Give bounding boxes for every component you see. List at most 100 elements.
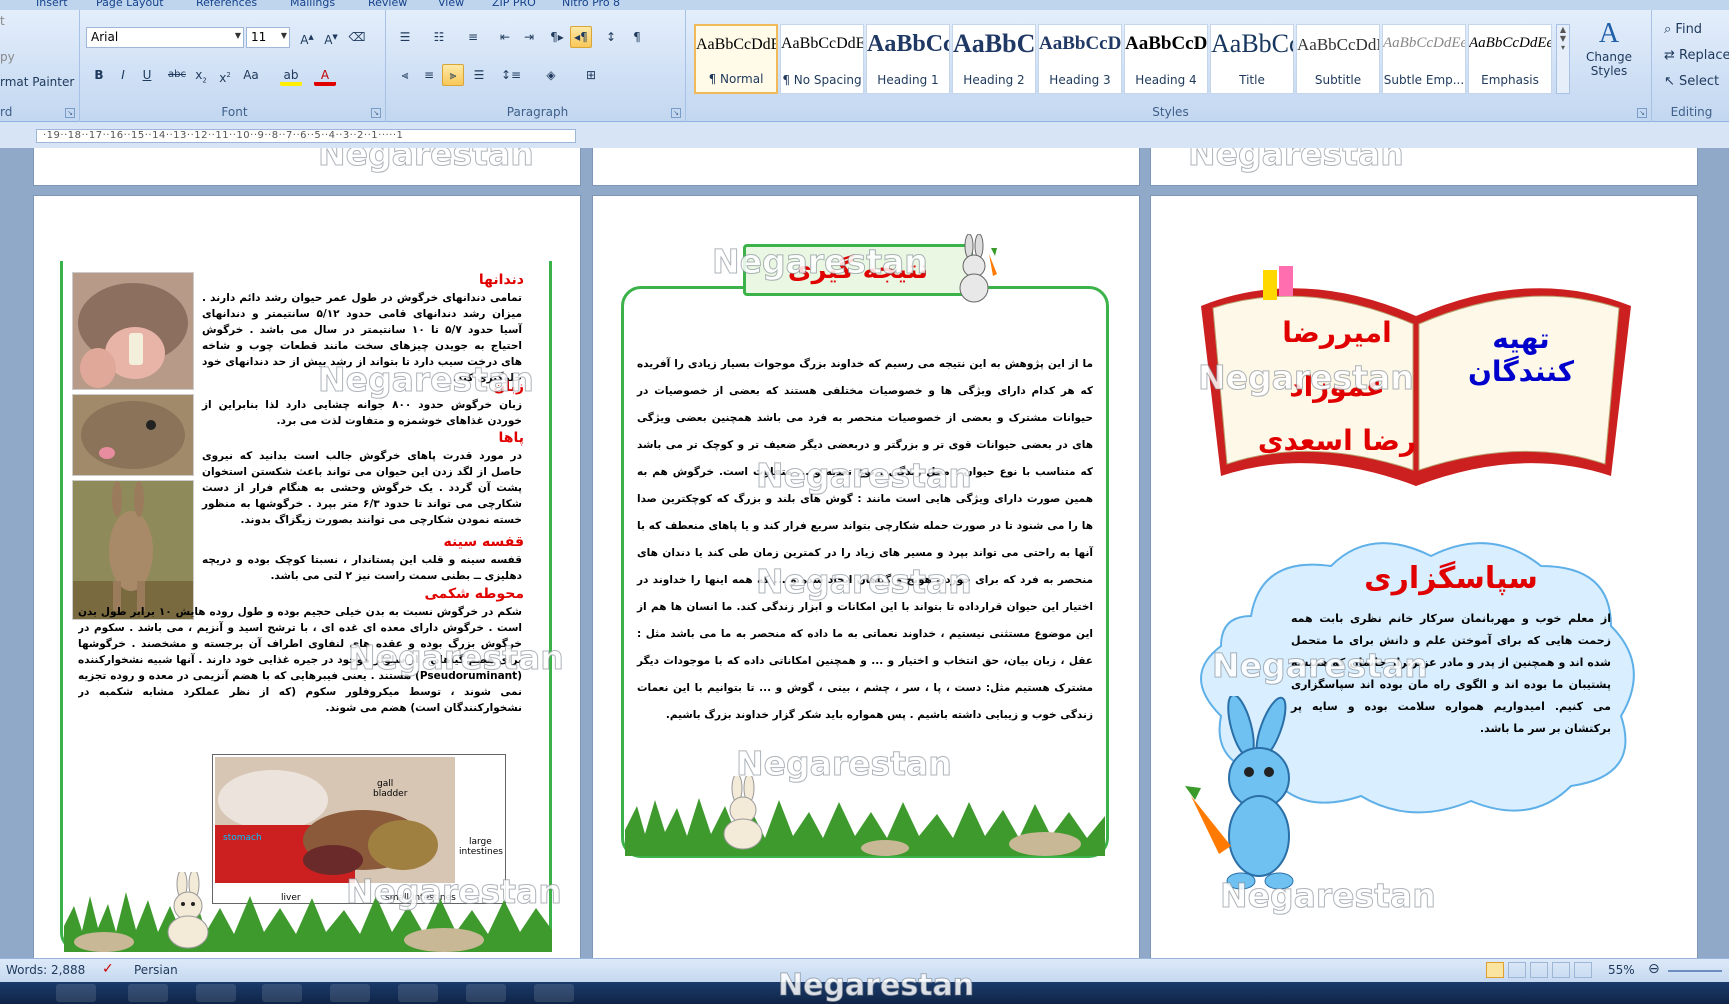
sort-icon[interactable]: ↕ <box>600 26 622 48</box>
clipboard-launcher-icon[interactable]: ↘ <box>65 108 75 118</box>
chevron-down-icon: ▼ <box>234 31 241 40</box>
strikethrough-icon[interactable]: abc <box>166 64 188 86</box>
increase-indent-icon[interactable]: ⇥ <box>518 26 540 48</box>
paragraph-launcher-icon[interactable]: ↘ <box>671 108 681 118</box>
skype-icon[interactable] <box>56 984 96 1002</box>
tab-references[interactable]: References <box>196 0 257 9</box>
find-button[interactable]: ⌕ Find <box>1664 22 1702 37</box>
tab-zip-pro[interactable]: ZIP PRO <box>492 0 536 9</box>
zoom-level[interactable]: 55% <box>1608 963 1635 977</box>
tab-page-layout[interactable]: Page Layout <box>96 0 164 9</box>
grass-illustration <box>64 892 552 952</box>
ruler-scale[interactable]: ·19··18··17··16··15··14··13··12··11··10·… <box>36 129 576 143</box>
multilevel-list-icon[interactable]: ≡ <box>462 26 484 48</box>
style-subtitle[interactable]: AaBbCcDdEe Subtitle <box>1296 24 1380 94</box>
style-label: ¶ Normal <box>708 72 764 86</box>
style-label: Title <box>1239 73 1265 87</box>
chrome-icon[interactable] <box>398 984 438 1002</box>
style-title[interactable]: AaBbCcDdEe Title <box>1210 24 1294 94</box>
style-label: Heading 2 <box>963 73 1025 87</box>
shading-icon[interactable]: ◈ <box>540 64 562 86</box>
style-no-spacing[interactable]: AaBbCcDdEe ¶ No Spacing <box>780 24 864 94</box>
page-1[interactable]: دندانها تمامی دندانهای خرگوش در طول عمر … <box>33 195 581 958</box>
conclusion-text: ما از این پژوهش به این نتیجه می رسیم که … <box>637 358 1093 721</box>
section-text: شکم در خرگوش نسبت به بدن خیلی حجیم بوده … <box>78 606 522 714</box>
tab-mailings[interactable]: Mailings <box>290 0 335 9</box>
status-bar: Words: 2,888 ✓ Persian 55% ⊖ <box>0 958 1729 982</box>
font-size-combo[interactable]: 11 ▼ <box>246 27 290 48</box>
styles-group: AaBbCcDdEe ¶ Normal AaBbCcDdEe ¶ No Spac… <box>690 10 1652 122</box>
print-layout-icon[interactable] <box>1486 962 1504 978</box>
justify-icon[interactable]: ☰ <box>468 64 490 86</box>
clear-formatting-icon[interactable]: ⌫ <box>346 26 368 48</box>
style-heading-2[interactable]: AaBbCcDdEe Heading 2 <box>952 24 1036 94</box>
word-count[interactable]: Words: 2,888 <box>6 963 85 977</box>
tab-insert[interactable]: Insert <box>36 0 68 9</box>
label-large: large <box>469 837 492 847</box>
proofing-icon[interactable]: ✓ <box>102 961 114 977</box>
shrink-font-icon[interactable]: A▼ <box>320 26 342 48</box>
word-icon[interactable] <box>196 984 236 1002</box>
change-styles-icon: A <box>1598 18 1620 49</box>
numbering-icon[interactable]: ☷ <box>428 26 450 48</box>
cut-button[interactable]: t <box>0 14 5 28</box>
tab-nitro-pro[interactable]: Nitro Pro 8 <box>562 0 620 9</box>
grow-font-icon[interactable]: A▲ <box>296 26 318 48</box>
styles-launcher-icon[interactable]: ↘ <box>1637 108 1647 118</box>
change-case-icon[interactable]: Aa <box>240 64 262 86</box>
superscript-icon[interactable]: x2 <box>214 64 236 86</box>
style-heading-4[interactable]: AaBbCcDdEe Heading 4 <box>1124 24 1208 94</box>
page-3[interactable]: امیررضا عموزاد رضا اسعدی تهیه کنندگان سپ… <box>1150 195 1698 958</box>
format-painter-button[interactable]: rmat Painter <box>0 75 74 89</box>
document-workspace[interactable]: دندانها تمامی دندانهای خرگوش در طول عمر … <box>0 148 1729 958</box>
zoom-slider[interactable] <box>1668 970 1722 972</box>
subscript-icon[interactable]: x2 <box>190 64 212 86</box>
style-sample: AaBbCcDdEe <box>867 31 949 57</box>
style-heading-3[interactable]: AaBbCcDdEe Heading 3 <box>1038 24 1122 94</box>
align-center-icon[interactable]: ≡ <box>418 64 440 86</box>
zoom-out-icon[interactable]: ⊖ <box>1648 961 1660 977</box>
font-color-icon[interactable]: A <box>314 64 336 86</box>
replace-button[interactable]: ⇄ Replace <box>1664 48 1729 63</box>
align-right-icon[interactable]: ⫸ <box>442 64 464 86</box>
style-sample: AaBbCcDdEe <box>953 29 1036 58</box>
styles-scroll[interactable]: ▲ ▼ ▾ <box>1556 24 1570 94</box>
full-reading-icon[interactable] <box>1508 962 1526 978</box>
copy-button[interactable]: py <box>0 50 15 64</box>
decrease-indent-icon[interactable]: ⇤ <box>494 26 516 48</box>
draft-icon[interactable] <box>1574 962 1592 978</box>
align-left-icon[interactable]: ⫷ <box>394 64 416 86</box>
telegram-icon[interactable] <box>466 984 506 1002</box>
style-subtle-emphasis[interactable]: AaBbCcDdEe Subtle Emp... <box>1382 24 1466 94</box>
page-2[interactable]: نتیجه گیری ما از این پژوهش به این نتیجه … <box>592 195 1140 958</box>
bold-icon[interactable]: B <box>88 64 110 86</box>
outline-icon[interactable] <box>1552 962 1570 978</box>
show-marks-icon[interactable]: ¶ <box>626 26 648 48</box>
change-styles-button[interactable]: A Change Styles <box>1574 18 1644 98</box>
folder-icon[interactable] <box>262 984 302 1002</box>
style-sample: AaBbCcDdEe <box>1211 29 1293 58</box>
rtl-icon[interactable]: ◂¶ <box>570 26 592 48</box>
highlight-icon[interactable]: ab <box>280 64 302 86</box>
taskbar: Negarestan <box>0 968 1729 1004</box>
font-launcher-icon[interactable]: ↘ <box>371 108 381 118</box>
select-button[interactable]: ↖ Select <box>1664 74 1719 89</box>
ltr-icon[interactable]: ¶▸ <box>546 26 568 48</box>
underline-icon[interactable]: U <box>136 64 158 86</box>
ie-icon[interactable] <box>128 984 168 1002</box>
app-icon[interactable] <box>534 984 574 1002</box>
style-heading-1[interactable]: AaBbCcDdEe Heading 1 <box>866 24 950 94</box>
borders-icon[interactable]: ⊞ <box>580 64 602 86</box>
language-indicator[interactable]: Persian <box>134 963 178 977</box>
powerpoint-icon[interactable] <box>330 984 370 1002</box>
bullets-icon[interactable]: ☰ <box>394 26 416 48</box>
style-normal[interactable]: AaBbCcDdEe ¶ Normal <box>694 24 778 94</box>
style-emphasis[interactable]: AaBbCcDdEe Emphasis <box>1468 24 1552 94</box>
tab-review[interactable]: Review <box>368 0 407 9</box>
italic-icon[interactable]: I <box>112 64 134 86</box>
web-layout-icon[interactable] <box>1530 962 1548 978</box>
cursor-icon: ↖ <box>1664 74 1675 89</box>
font-name-combo[interactable]: Arial ▼ <box>86 27 244 48</box>
line-spacing-icon[interactable]: ↕≡ <box>500 64 522 86</box>
tab-view[interactable]: View <box>438 0 464 9</box>
